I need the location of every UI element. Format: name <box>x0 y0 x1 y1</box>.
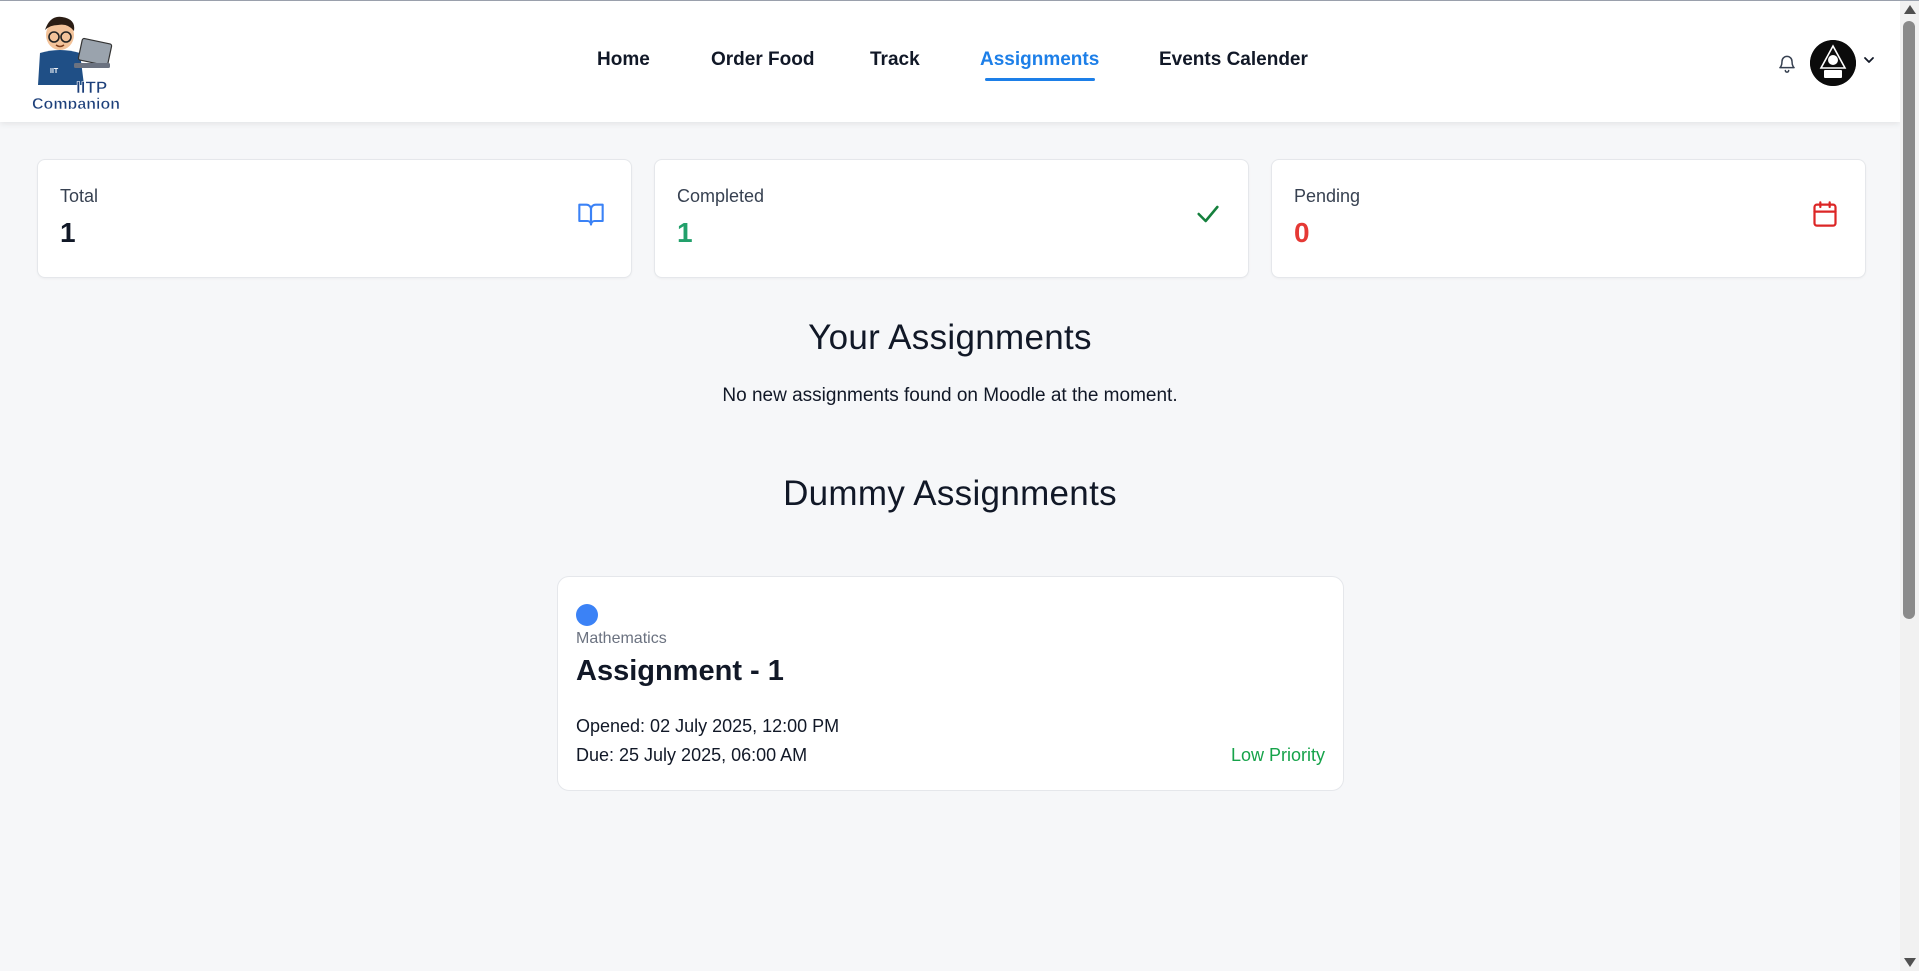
calendar-icon <box>1813 201 1837 227</box>
scroll-up-arrow-icon[interactable] <box>1904 5 1916 14</box>
stat-card-pending: Pending 0 <box>1271 159 1866 278</box>
scroll-thumb[interactable] <box>1903 21 1915 619</box>
assignment-card[interactable]: Mathematics Assignment - 1 Opened: 02 Ju… <box>557 576 1344 791</box>
priority-badge: Low Priority <box>1230 745 1325 765</box>
logo-text-line2: Companion <box>32 96 120 109</box>
page-scrollbar[interactable] <box>1900 1 1919 971</box>
scroll-down-arrow-icon[interactable] <box>1904 958 1916 967</box>
stat-value: 1 <box>677 217 693 248</box>
assignment-due-date: Due: 25 July 2025, 06:00 AM <box>576 745 808 765</box>
assignment-subject: Mathematics <box>576 630 667 647</box>
stat-value: 1 <box>60 217 76 248</box>
stat-value: 0 <box>1294 217 1310 248</box>
svg-text:IIT: IIT <box>50 68 59 75</box>
book-open-icon <box>578 203 604 226</box>
nav-order-food[interactable]: Order Food <box>711 49 814 71</box>
your-assignments-title: Your Assignments <box>808 318 1092 357</box>
assignment-opened-date: Opened: 02 July 2025, 12:00 PM <box>576 716 840 736</box>
user-avatar[interactable] <box>1810 40 1856 86</box>
stat-label: Completed <box>677 186 765 206</box>
dummy-assignments-title: Dummy Assignments <box>783 474 1117 513</box>
assignment-title: Assignment - 1 <box>576 655 784 687</box>
subject-color-dot <box>576 604 598 626</box>
check-icon <box>1197 205 1219 223</box>
active-tab-indicator <box>985 78 1095 81</box>
nav-assignments[interactable]: Assignments <box>980 49 1099 71</box>
nav-track[interactable]: Track <box>870 49 920 71</box>
stat-label: Pending <box>1294 186 1361 206</box>
stat-label: Total <box>60 186 99 206</box>
nav-events-calender[interactable]: Events Calender <box>1159 49 1308 71</box>
nav-home[interactable]: Home <box>597 49 650 71</box>
stat-card-total: Total 1 <box>37 159 632 278</box>
top-navbar: IIT IITP Companion Home Order Food Track… <box>0 1 1900 122</box>
stat-card-completed: Completed 1 <box>654 159 1249 278</box>
bell-icon[interactable] <box>1777 53 1797 73</box>
app-logo[interactable]: IIT IITP Companion <box>32 13 132 109</box>
logo-text-line1: IITP <box>76 78 107 97</box>
no-assignments-message: No new assignments found on Moodle at th… <box>722 385 1178 406</box>
chevron-down-icon[interactable] <box>1862 53 1876 67</box>
